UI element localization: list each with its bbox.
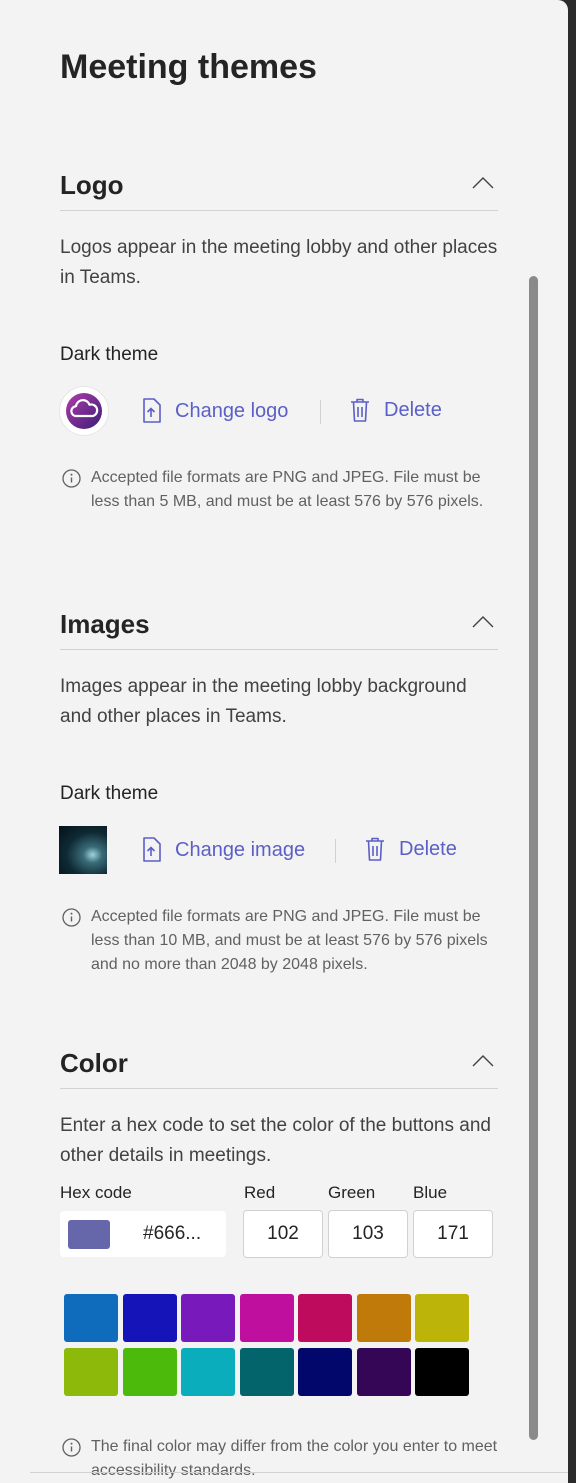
images-section-header[interactable]: Images	[60, 609, 498, 650]
color-swatch[interactable]	[181, 1348, 235, 1396]
color-swatch[interactable]	[415, 1294, 469, 1342]
color-swatch[interactable]	[356, 1294, 411, 1342]
footer-divider	[30, 1472, 568, 1473]
meeting-themes-panel: Meeting themes Logo Logos appear in the …	[0, 0, 568, 1483]
info-icon	[62, 1438, 81, 1457]
color-swatch[interactable]	[298, 1348, 352, 1396]
color-note: The final color may differ from the colo…	[62, 1435, 502, 1483]
delete-image-label: Delete	[399, 837, 457, 860]
red-label: Red	[244, 1183, 276, 1202]
images-section-title: Images	[60, 609, 150, 639]
logo-section-header[interactable]: Logo	[60, 170, 498, 211]
blue-label: Blue	[413, 1183, 448, 1202]
images-description: Images appear in the meeting lobby backg…	[60, 676, 467, 727]
change-logo-label: Change logo	[175, 399, 289, 422]
images-file-note: Accepted file formats are PNG and JPEG. …	[62, 905, 502, 977]
color-swatch[interactable]	[356, 1348, 411, 1396]
cloud-logo-icon	[66, 393, 102, 429]
color-swatch[interactable]	[64, 1294, 118, 1342]
change-image-button[interactable]: Change image	[141, 837, 305, 863]
images-theme-label: Dark theme	[60, 783, 159, 804]
page-title: Meeting themes	[60, 48, 317, 86]
logo-section-title: Logo	[60, 170, 124, 200]
green-label: Green	[328, 1183, 376, 1202]
vertical-scrollbar[interactable]	[529, 276, 538, 1440]
color-swatch[interactable]	[298, 1294, 352, 1342]
change-logo-button[interactable]: Change logo	[141, 398, 288, 424]
hex-code-input[interactable]: #666...	[60, 1211, 226, 1257]
delete-logo-button[interactable]: Delete	[350, 398, 442, 422]
chevron-up-icon[interactable]	[472, 176, 494, 190]
trash-icon	[366, 837, 384, 861]
action-divider	[335, 839, 336, 863]
color-swatch[interactable]	[64, 1348, 118, 1396]
hex-code-label: Hex code	[60, 1183, 132, 1202]
images-note-text: Accepted file formats are PNG and JPEG. …	[91, 908, 488, 973]
chevron-up-icon[interactable]	[472, 1054, 494, 1068]
color-swatch[interactable]	[415, 1348, 469, 1396]
file-upload-icon	[143, 398, 161, 423]
green-input[interactable]: 103	[328, 1210, 408, 1258]
color-palette	[64, 1294, 469, 1396]
color-note-text: The final color may differ from the colo…	[91, 1438, 498, 1479]
file-upload-icon	[143, 837, 161, 862]
change-image-label: Change image	[175, 838, 306, 861]
color-section-title: Color	[60, 1048, 128, 1078]
color-swatch[interactable]	[122, 1348, 177, 1396]
chevron-up-icon[interactable]	[472, 615, 494, 629]
color-swatch[interactable]	[239, 1348, 294, 1396]
info-icon	[62, 908, 81, 927]
logo-description: Logos appear in the meeting lobby and ot…	[60, 237, 498, 288]
blue-input[interactable]: 171	[413, 1210, 493, 1258]
delete-logo-label: Delete	[384, 398, 442, 421]
color-swatch[interactable]	[181, 1294, 235, 1342]
logo-file-note: Accepted file formats are PNG and JPEG. …	[62, 466, 502, 514]
logo-preview	[60, 387, 108, 435]
color-description: Enter a hex code to set the color of the…	[60, 1115, 491, 1166]
color-swatch[interactable]	[239, 1294, 294, 1342]
logo-note-text: Accepted file formats are PNG and JPEG. …	[91, 469, 484, 510]
color-section-header[interactable]: Color	[60, 1048, 498, 1089]
background-image-preview	[59, 826, 107, 874]
info-icon	[62, 469, 81, 488]
current-color-swatch[interactable]	[68, 1220, 110, 1249]
action-divider	[320, 400, 321, 424]
logo-theme-label: Dark theme	[60, 344, 159, 365]
delete-image-button[interactable]: Delete	[365, 837, 457, 861]
hex-code-value: #666...	[143, 1223, 202, 1244]
trash-icon	[351, 398, 369, 422]
color-swatch[interactable]	[122, 1294, 177, 1342]
red-input[interactable]: 102	[243, 1210, 323, 1258]
